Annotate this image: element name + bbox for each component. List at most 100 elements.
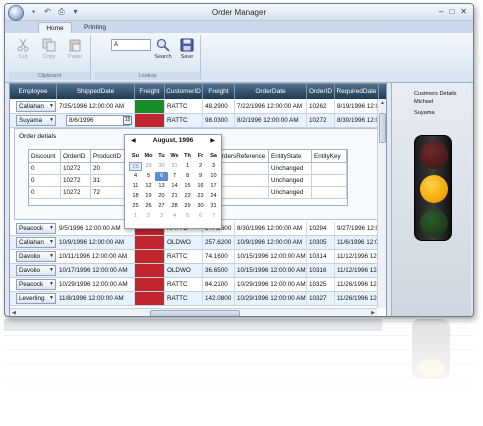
customer-id-cell[interactable]: OLDWO	[165, 236, 203, 249]
employee-combo[interactable]: Suyama ▼	[16, 115, 56, 126]
horizontal-scrollbar[interactable]: ◀ ▶	[10, 308, 377, 316]
freight-value-cell[interactable]: 74.1600	[203, 250, 235, 263]
calendar-day[interactable]: 14	[168, 182, 181, 191]
calendar-day[interactable]: 31	[168, 162, 181, 171]
required-date-cell[interactable]: 8/30/1996 12:00	[335, 114, 379, 127]
vertical-scrollbar[interactable]: ▲	[377, 99, 386, 308]
calendar-day[interactable]: 13	[155, 182, 168, 191]
order-id-cell[interactable]: 10262	[307, 100, 335, 113]
required-date-cell[interactable]: 11/6/1996 12:00	[335, 236, 379, 249]
freight-indicator-cell[interactable]	[135, 100, 165, 113]
order-date-cell[interactable]: 10/15/1996 12:00:00 AM	[235, 250, 307, 263]
detail-reference-cell[interactable]	[215, 175, 269, 187]
freight-indicator-cell[interactable]	[135, 264, 165, 277]
order-id-cell[interactable]: 10327	[307, 292, 335, 305]
table-row[interactable]: Callahan ▼ 7/25/1996 12:00:00 AM RATTC 48…	[10, 100, 386, 114]
calendar-day[interactable]: 6	[155, 172, 168, 181]
order-id-cell[interactable]: 10325	[307, 278, 335, 291]
calendar-day[interactable]: 26	[142, 202, 155, 211]
detail-header-discount[interactable]: Discount	[29, 150, 61, 163]
horizontal-scroll-thumb[interactable]	[150, 310, 240, 316]
calendar-day[interactable]: 28	[168, 202, 181, 211]
calendar-day[interactable]: 30	[155, 162, 168, 171]
chevron-down-icon[interactable]: ▼	[49, 224, 54, 233]
calendar-day[interactable]: 3	[155, 212, 168, 221]
freight-indicator-cell[interactable]	[135, 292, 165, 305]
freight-value-cell[interactable]: 84.2100	[203, 278, 235, 291]
order-date-cell[interactable]: 10/15/1996 12:00:00 AM	[235, 264, 307, 277]
detail-state-cell[interactable]: Unchanged	[269, 163, 312, 175]
detail-orderid-cell[interactable]: 10272	[61, 175, 91, 187]
lookup-input[interactable]: A	[111, 39, 151, 51]
required-date-cell[interactable]: 11/26/1996 12:00	[335, 278, 379, 291]
chevron-down-icon[interactable]: ▼	[49, 238, 54, 247]
customer-id-cell[interactable]: RATTC	[165, 100, 203, 113]
calendar-day[interactable]: 16	[194, 182, 207, 191]
detail-reference-cell[interactable]	[215, 187, 269, 199]
column-header-orderdate[interactable]: OrderDate	[235, 84, 307, 99]
employee-combo[interactable]: Davolio ▼	[16, 251, 56, 262]
table-row-selected[interactable]: Suyama ▼ 8/6/1996 15 RATTC 98.0300 8/2/19…	[10, 114, 386, 128]
calendar-day[interactable]: 17	[207, 182, 220, 191]
detail-orderid-cell[interactable]: 10272	[61, 163, 91, 175]
scroll-left-icon[interactable]: ◀	[12, 310, 16, 316]
table-row[interactable]: Callahan ▼ 10/9/1996 12:00:00 AM OLDWO 25…	[10, 236, 386, 250]
calendar-icon[interactable]: 15	[123, 116, 132, 125]
shipped-date-cell[interactable]: 11/8/1996 12:00:00 AM	[57, 292, 135, 305]
required-date-cell[interactable]: 9/27/1996 12:00	[335, 222, 379, 235]
shipped-date-cell[interactable]: 7/25/1996 12:00:00 AM	[57, 100, 135, 113]
employee-combo[interactable]: Peacock ▼	[16, 223, 56, 234]
minimize-icon[interactable]: –	[439, 7, 443, 16]
detail-discount-cell[interactable]: 0	[29, 175, 61, 187]
detail-reference-cell[interactable]	[215, 163, 269, 175]
order-id-cell[interactable]: 10316	[307, 264, 335, 277]
calendar-day[interactable]: 4	[168, 212, 181, 221]
calendar-day[interactable]: 4	[129, 172, 142, 181]
calendar-day[interactable]: 2	[142, 212, 155, 221]
tab-printing[interactable]: Printing	[77, 22, 113, 33]
paste-button[interactable]: Paste	[65, 38, 85, 60]
tab-home[interactable]: Home	[38, 22, 72, 33]
column-header-orderid[interactable]: OrderID	[307, 84, 335, 99]
customer-id-cell[interactable]: RATTC	[165, 250, 203, 263]
required-date-cell[interactable]: 8/19/1996 12:00	[335, 100, 379, 113]
employee-combo[interactable]: Davolio ▼	[16, 265, 56, 276]
detail-orderid-cell[interactable]: 10272	[61, 187, 91, 199]
freight-value-cell[interactable]: 36.6500	[203, 264, 235, 277]
shipped-date-input[interactable]: 8/6/1996	[66, 115, 130, 126]
calendar-day[interactable]: 30	[194, 202, 207, 211]
calendar-day[interactable]: 20	[155, 192, 168, 201]
column-header-freight[interactable]: Freight	[135, 84, 165, 99]
freight-value-cell[interactable]: 48.2900	[203, 100, 235, 113]
calendar-day[interactable]: 11	[129, 182, 142, 191]
close-icon[interactable]: ✕	[460, 7, 467, 16]
calendar-day[interactable]: 7	[207, 212, 220, 221]
detail-discount-cell[interactable]: 0	[29, 187, 61, 199]
freight-value-cell[interactable]: 98.0300	[203, 114, 235, 127]
detail-discount-cell[interactable]: 0	[29, 163, 61, 175]
employee-combo[interactable]: Peacock ▼	[16, 279, 56, 290]
detail-header-entitystate[interactable]: EntityState	[269, 150, 312, 163]
employee-combo[interactable]: Callahan ▼	[16, 237, 56, 248]
calendar-day[interactable]: 2	[194, 162, 207, 171]
detail-state-cell[interactable]: Unchanged	[269, 187, 312, 199]
calendar-day[interactable]: 28	[129, 162, 142, 171]
column-header-customerid[interactable]: CustomerID	[165, 84, 203, 99]
scroll-up-icon[interactable]: ▲	[380, 100, 385, 106]
shipped-date-cell[interactable]: 10/11/1996 12:00:00 AM	[57, 250, 135, 263]
freight-indicator-cell[interactable]	[135, 250, 165, 263]
calendar-day[interactable]: 23	[194, 192, 207, 201]
detail-header-orderid[interactable]: OrderID	[61, 150, 91, 163]
customer-id-cell[interactable]: RATTC	[165, 114, 203, 127]
calendar-day[interactable]: 10	[207, 172, 220, 181]
chevron-down-icon[interactable]: ▼	[49, 102, 54, 111]
order-date-cell[interactable]: 10/29/1996 12:00:00 AM	[235, 278, 307, 291]
column-header-shippeddate[interactable]: ShippedDate	[57, 84, 135, 99]
calendar-day[interactable]: 1	[181, 162, 194, 171]
next-month-icon[interactable]: ▶	[210, 137, 215, 144]
required-date-cell[interactable]: 11/26/1996 12:00	[335, 292, 379, 305]
shipped-date-cell[interactable]: 10/17/1996 12:00:00 AM	[57, 264, 135, 277]
shipped-date-cell[interactable]: 10/9/1996 12:00:00 AM	[57, 236, 135, 249]
scroll-right-icon[interactable]: ▶	[371, 310, 375, 316]
calendar-day[interactable]: 29	[181, 202, 194, 211]
